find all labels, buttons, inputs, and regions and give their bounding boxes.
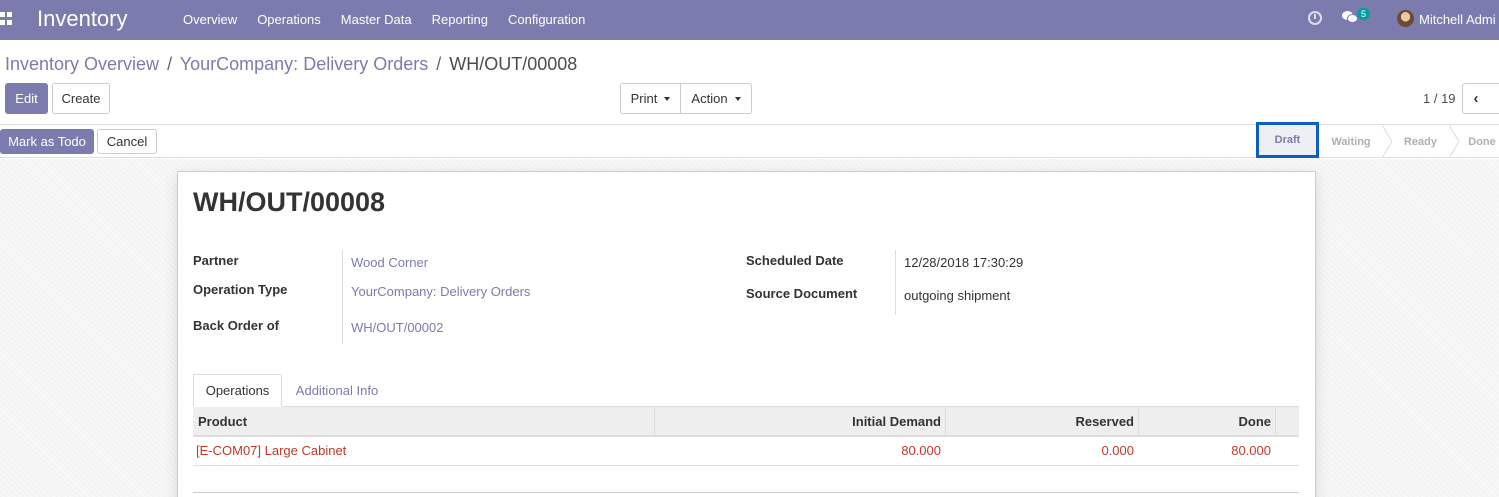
- row-done[interactable]: 80.000: [1139, 443, 1271, 458]
- back-order-label: Back Order of: [193, 318, 279, 333]
- source-document-value[interactable]: outgoing shipment: [904, 288, 1010, 303]
- table-footer-divider: [193, 492, 1299, 493]
- column-header-initial-demand[interactable]: Initial Demand: [655, 407, 941, 437]
- user-name[interactable]: Mitchell Admi: [1419, 12, 1496, 27]
- tab-operations[interactable]: Operations: [193, 374, 282, 407]
- column-separator: [1275, 407, 1276, 436]
- scheduled-date-label: Scheduled Date: [746, 253, 844, 268]
- breadcrumb-delivery-orders[interactable]: YourCompany: Delivery Orders: [180, 54, 428, 74]
- chat-icon[interactable]: [1342, 11, 1358, 24]
- chevron-left-icon: ‹: [1473, 90, 1479, 107]
- menu-item-operations[interactable]: Operations: [247, 0, 331, 40]
- tab-additional-info[interactable]: Additional Info: [283, 374, 391, 407]
- user-avatar[interactable]: [1397, 10, 1414, 27]
- breadcrumb-inventory-overview[interactable]: Inventory Overview: [5, 54, 159, 74]
- column-header-reserved[interactable]: Reserved: [946, 407, 1134, 437]
- menu-item-reporting[interactable]: Reporting: [422, 0, 498, 40]
- caret-down-icon: [664, 96, 671, 101]
- breadcrumb: Inventory Overview / YourCompany: Delive…: [5, 54, 577, 75]
- status-done[interactable]: Done: [1462, 125, 1499, 158]
- caret-down-icon: [734, 96, 741, 101]
- status-arrow-separator: [1382, 125, 1392, 158]
- record-title: WH/OUT/00008: [193, 187, 386, 217]
- back-order-value[interactable]: WH/OUT/00002: [351, 320, 443, 335]
- breadcrumb-current: WH/OUT/00008: [449, 54, 578, 74]
- field-divider: [342, 250, 343, 344]
- menu-item-configuration[interactable]: Configuration: [498, 0, 595, 40]
- pager-next-button[interactable]: [1489, 83, 1499, 114]
- breadcrumb-separator: /: [167, 54, 173, 74]
- menu-item-overview[interactable]: Overview: [173, 0, 247, 40]
- menu-item-master-data[interactable]: Master Data: [331, 0, 422, 40]
- source-document-label: Source Document: [746, 286, 858, 301]
- breadcrumb-separator: /: [436, 54, 442, 74]
- field-divider: [895, 250, 896, 315]
- action-label: Action: [691, 91, 728, 106]
- print-label: Print: [630, 91, 658, 106]
- pager-previous-button[interactable]: ‹: [1462, 83, 1490, 114]
- status-ready[interactable]: Ready: [1392, 125, 1449, 158]
- action-dropdown-button[interactable]: Action: [680, 83, 752, 114]
- print-dropdown-button[interactable]: Print: [620, 83, 681, 114]
- top-navbar: Inventory Overview Operations Master Dat…: [0, 0, 1499, 40]
- operation-type-label: Operation Type: [193, 282, 288, 297]
- mark-as-todo-button[interactable]: Mark as Todo: [0, 129, 94, 154]
- row-reserved[interactable]: 0.000: [946, 443, 1134, 458]
- column-header-product[interactable]: Product: [198, 407, 247, 437]
- edit-button[interactable]: Edit: [5, 83, 48, 114]
- activity-clock-icon[interactable]: [1308, 11, 1322, 25]
- status-draft[interactable]: Draft: [1256, 122, 1319, 158]
- cancel-button[interactable]: Cancel: [97, 129, 157, 154]
- column-header-done[interactable]: Done: [1139, 407, 1272, 437]
- pager-value[interactable]: 1 / 19: [1423, 91, 1456, 106]
- create-button[interactable]: Create: [52, 83, 110, 114]
- partner-label: Partner: [193, 253, 239, 268]
- row-initial-demand[interactable]: 80.000: [655, 443, 941, 458]
- partner-value[interactable]: Wood Corner: [351, 255, 428, 270]
- operation-type-value[interactable]: YourCompany: Delivery Orders: [351, 284, 530, 299]
- status-waiting[interactable]: Waiting: [1320, 125, 1382, 158]
- chat-count-badge: 5: [1357, 8, 1371, 20]
- row-divider: [193, 465, 1299, 466]
- row-product[interactable]: [E-COM07] Large Cabinet: [196, 443, 346, 458]
- main-menu: Overview Operations Master Data Reportin…: [173, 0, 595, 40]
- status-arrow-separator: [1449, 125, 1459, 158]
- scheduled-date-value[interactable]: 12/28/2018 17:30:29: [904, 255, 1023, 270]
- app-name[interactable]: Inventory: [37, 6, 128, 32]
- apps-grid-icon[interactable]: [0, 12, 12, 26]
